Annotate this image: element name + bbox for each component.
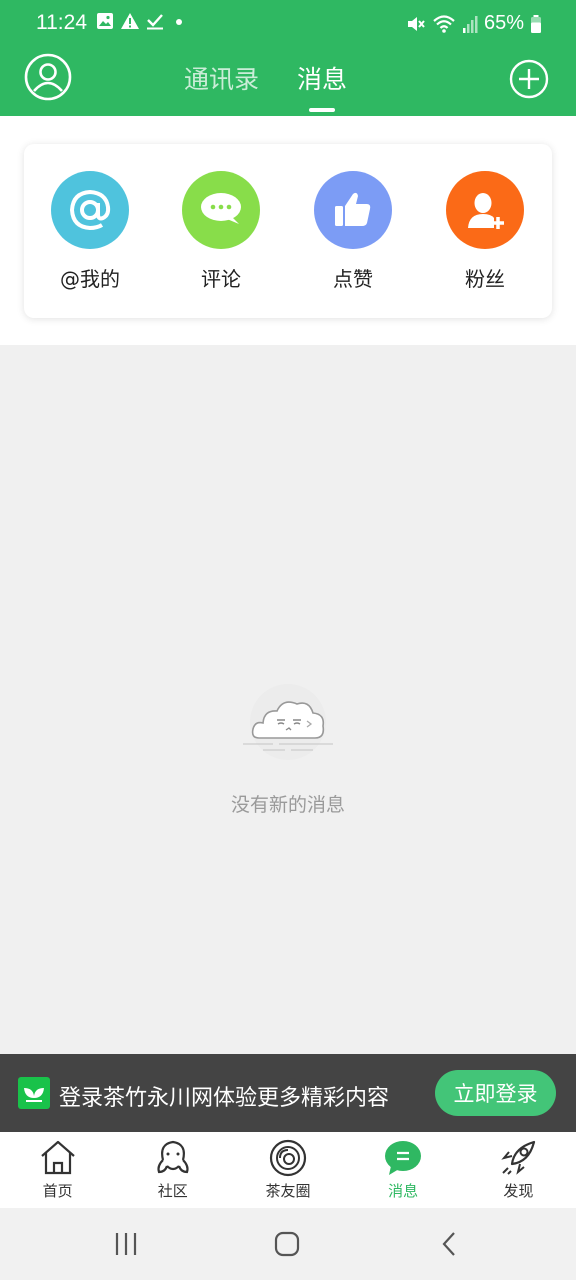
banner-text: 登录茶竹永川网体验更多精彩内容 <box>59 1086 390 1111</box>
nav-item-discover[interactable]: 发现 <box>461 1132 576 1208</box>
battery-icon <box>531 14 541 33</box>
tab-contacts[interactable]: 通讯录 <box>184 60 259 96</box>
signal-icon <box>462 15 478 33</box>
thumbs-up-icon <box>335 192 371 226</box>
bottom-nav: 首页 社区 茶友圈 消息 发现 <box>0 1132 576 1208</box>
category-card: @我的 评论 点赞 粉丝 <box>24 144 552 318</box>
nav-label: 消息 <box>388 1182 419 1200</box>
category-label: 评论 <box>201 267 241 291</box>
dot-icon <box>176 19 182 25</box>
back-icon[interactable] <box>436 1230 464 1258</box>
nav-label: 社区 <box>157 1182 188 1200</box>
top-bar: 11:24 65% 通讯录 消息 <box>0 0 576 116</box>
category-label: 粉丝 <box>465 267 505 291</box>
status-time: 11:24 <box>36 11 87 34</box>
nav-item-community[interactable]: 社区 <box>115 1132 230 1208</box>
circle-icon <box>269 1139 307 1177</box>
cloud-icon <box>243 684 333 760</box>
comment-icon <box>201 193 241 224</box>
nav-label: 发现 <box>503 1182 534 1200</box>
user-icon[interactable] <box>24 53 72 101</box>
add-user-icon <box>468 193 504 229</box>
recent-apps-icon[interactable] <box>112 1230 140 1258</box>
category-likes[interactable]: 点赞 <box>303 171 403 292</box>
plus-circle-icon[interactable] <box>509 59 549 99</box>
nav-item-home[interactable]: 首页 <box>0 1132 115 1208</box>
header-tabs: 通讯录 消息 <box>184 60 347 96</box>
wifi-icon <box>433 14 455 33</box>
category-fans[interactable]: 粉丝 <box>435 171 535 292</box>
battery-level: 65% <box>483 12 524 34</box>
nav-label: 茶友圈 <box>265 1182 311 1200</box>
mute-icon <box>407 16 425 31</box>
home-icon <box>40 1140 75 1175</box>
tab-messages[interactable]: 消息 <box>297 60 347 96</box>
login-button[interactable]: 立即登录 <box>435 1070 556 1116</box>
at-icon <box>69 189 111 231</box>
nav-item-tea-circle[interactable]: 茶友圈 <box>230 1132 345 1208</box>
home-button-icon[interactable] <box>273 1230 301 1258</box>
warning-icon <box>121 13 139 29</box>
system-nav-bar <box>0 1208 576 1280</box>
rocket-icon <box>501 1140 536 1175</box>
category-section: @我的 评论 点赞 粉丝 <box>0 116 576 345</box>
category-comments[interactable]: 评论 <box>171 171 271 292</box>
login-banner: 登录茶竹永川网体验更多精彩内容 立即登录 <box>0 1054 576 1132</box>
header: 通讯录 消息 <box>0 46 576 116</box>
category-at-me[interactable]: @我的 <box>40 171 140 292</box>
nav-item-messages[interactable]: 消息 <box>346 1132 461 1208</box>
category-label: 点赞 <box>333 267 373 291</box>
status-bar: 11:24 65% <box>0 0 576 46</box>
empty-state: 没有新的消息 <box>0 680 576 817</box>
gallery-icon <box>97 13 113 29</box>
app-logo-icon <box>18 1077 50 1109</box>
empty-state-text: 没有新的消息 <box>230 794 345 816</box>
nav-label: 首页 <box>42 1182 73 1200</box>
message-icon <box>385 1141 422 1175</box>
community-icon <box>157 1140 189 1174</box>
category-label: @我的 <box>60 267 120 291</box>
check-icon <box>147 14 163 30</box>
